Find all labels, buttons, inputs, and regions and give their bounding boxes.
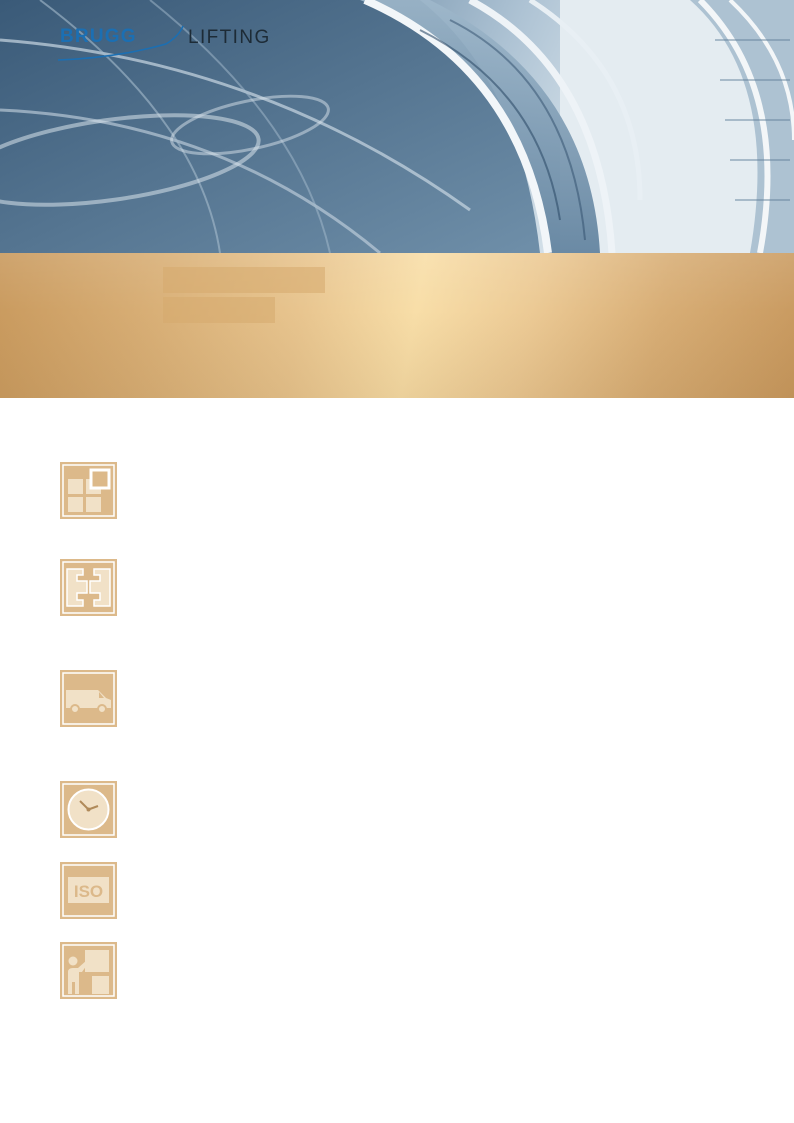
clock-icon <box>60 781 117 838</box>
presenter-training-icon <box>60 942 117 999</box>
title-band <box>0 253 794 398</box>
subtitle-placeholder <box>163 297 275 323</box>
header-photo: BRUGG LIFTING <box>0 0 794 253</box>
iso-label: ISO <box>74 882 103 901</box>
brugg-lifting-logo[interactable]: BRUGG LIFTING <box>56 22 296 68</box>
iso-certificate-icon: ISO <box>60 862 117 919</box>
title-placeholder <box>163 267 325 293</box>
logo-brand-text: BRUGG <box>60 26 137 47</box>
connector-icon <box>60 559 117 616</box>
band-sheen <box>0 253 794 398</box>
delivery-van-icon <box>60 670 117 727</box>
logo-product-text: LIFTING <box>188 27 271 48</box>
modular-blocks-icon <box>60 462 117 519</box>
